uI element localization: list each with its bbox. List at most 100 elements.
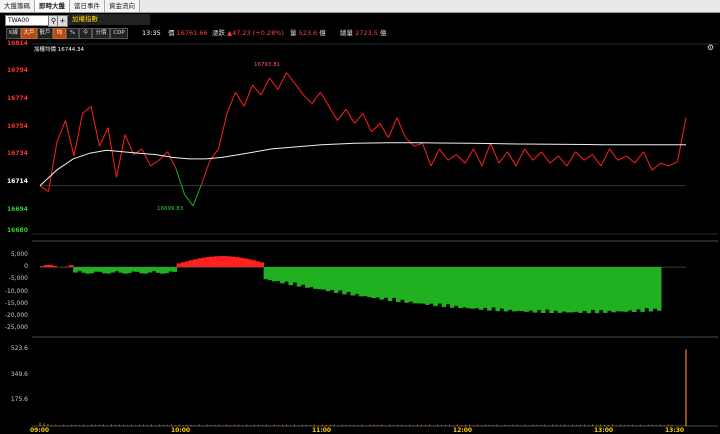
diff-bar [242,258,248,267]
diff-bar [280,267,285,284]
diff-bar [636,267,641,310]
diff-bar [139,267,144,274]
price-line-segment [481,143,491,167]
price-line-segment [447,154,457,161]
diff-bar [93,267,99,272]
diff-bar [226,256,231,268]
price-line-segment [320,91,330,107]
diff-bar [391,267,397,298]
diff-bar [69,265,74,267]
price-line-segment [396,117,406,138]
diff-bar [284,267,289,282]
diff-bar [218,256,223,268]
diff-bar [619,267,625,312]
diff-bar [288,267,293,286]
diff-bar [644,267,649,309]
diff-bar [524,267,529,312]
diff-bar [540,267,546,313]
price-line-segment [175,168,185,195]
diff-bar [416,267,422,304]
diff-bar [545,267,550,310]
price-line-segment [566,151,576,167]
diff-bar [263,267,269,280]
diff-bar [656,267,662,311]
legend: 加權均價 16744.34 [34,47,84,53]
diff-bar [474,267,480,309]
diff-bar [462,267,467,308]
diff-bar [408,267,414,302]
diff-axis-label: -15,000 [4,299,28,307]
diff-bar [578,267,583,313]
price-line-segment [303,94,313,104]
diff-bar [358,267,364,297]
price-line-segment [532,151,542,161]
y-axis-label: 16814 [7,40,28,47]
diff-bar [574,267,579,312]
diff-bar [151,267,157,271]
y-axis-label: 16794 [7,67,28,74]
price-line-segment [660,162,670,167]
diff-axis-label: 5,000 [10,250,28,258]
price-line-segment [677,117,687,162]
price-line-segment [541,151,551,164]
price-line-segment [524,148,534,161]
diff-bar [184,261,190,268]
diff-bar [205,257,211,268]
diff-bar [77,267,82,271]
diff-bar [338,267,343,291]
diff-bar [491,267,496,308]
diff-bar [313,267,318,289]
price-line-segment [260,77,270,96]
diff-bar [503,267,509,312]
price-line-segment [558,155,568,167]
price-line-segment [252,84,262,96]
x-axis-label: 11:00 [312,427,332,434]
diff-bar [176,263,182,268]
price-line-segment [107,127,117,178]
price-line-segment [99,127,109,147]
price-line-segment [192,184,202,207]
price-line-segment [277,72,287,90]
diff-bar [73,267,78,273]
diff-bar [222,256,227,268]
price-line-segment [345,108,355,124]
price-line-segment [354,113,364,124]
diff-bar [445,267,451,305]
price-line-segment [90,106,100,147]
diff-bar [189,260,194,267]
y-axis-label: 16714 [7,178,28,185]
diff-bar [611,267,616,313]
price-line-segment [668,161,678,167]
diff-axis-label: -25,000 [4,324,28,332]
diff-bar [213,256,219,268]
price-line-segment [286,72,296,85]
diff-bar [329,267,335,291]
diff-bar [276,267,281,281]
diff-bar [164,267,169,274]
diff-bar [582,267,587,311]
price-line-segment [294,83,304,96]
diff-bar [437,267,442,304]
diff-bar [565,267,571,313]
price-line-segment [235,91,245,107]
diff-axis-label: -5,000 [8,275,28,283]
chart-svg [32,43,718,427]
low-annotation: 16699.83 [157,206,184,212]
diff-bar [333,267,339,293]
diff-bar [627,267,633,311]
price-line-segment [218,113,228,150]
price-line-segment [328,106,338,121]
price-line-segment [73,113,83,157]
diff-bar [400,267,405,300]
x-axis-label: 10:00 [171,427,191,434]
diff-bar [478,267,484,310]
diff-bar [197,258,202,267]
diff-bar [271,267,277,282]
diff-bar [350,267,356,296]
diff-bar [122,267,128,274]
diff-bar [387,267,393,301]
diff-bar [234,257,240,268]
diff-bar [449,267,455,308]
diff-bar [193,259,198,268]
diff-bar [499,267,505,309]
